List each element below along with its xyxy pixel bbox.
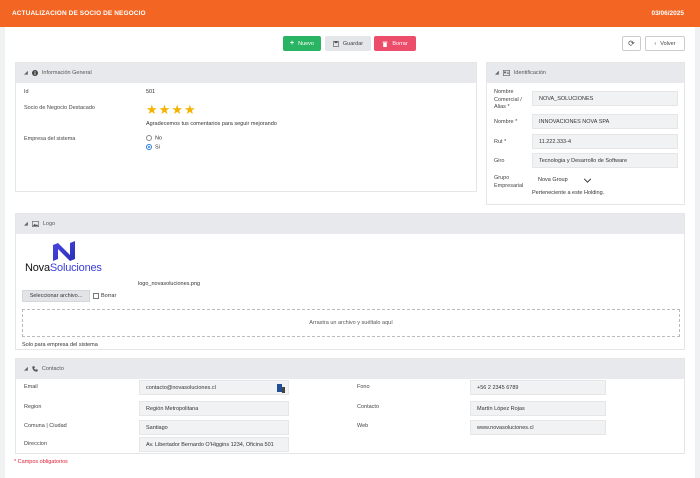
info-icon (31, 70, 38, 76)
id-card-icon (502, 70, 510, 76)
refresh-icon: ⟳ (628, 39, 635, 48)
radio-no[interactable]: No (146, 135, 162, 141)
region-label: Region (24, 404, 42, 410)
contact-person-field[interactable]: Martín López Rojas (470, 401, 606, 416)
web-label: Web (357, 423, 369, 429)
save-button[interactable]: Guardar (325, 36, 371, 51)
collapse-icon: ◢ (24, 366, 28, 372)
legal-name-label: Nombre * (494, 119, 518, 125)
general-info-title: Información General (41, 70, 92, 76)
featured-label: Socio de Negocio Destacado (24, 105, 95, 111)
star-icon[interactable]: ★ (159, 103, 171, 116)
radio-si-circle[interactable] (146, 144, 152, 150)
collapse-icon: ◢ (24, 70, 28, 76)
commercial-name-field[interactable]: NOVA_SOLUCIONES (532, 91, 678, 106)
trash-icon (382, 41, 388, 47)
phone-field[interactable]: +56 2 2345 6789 (470, 380, 606, 395)
star-rating[interactable]: ★ ★ ★ ★ (146, 103, 196, 116)
phone-label: Fono (357, 384, 370, 390)
radio-no-circle[interactable] (146, 135, 152, 141)
delete-logo-checkbox[interactable]: Borrar (93, 293, 116, 299)
logo-wordmark: NovaSoluciones (25, 262, 102, 274)
contact-card: ◢ Contacto Email contacto@novasoluciones… (15, 358, 685, 454)
logo-file-name: logo_novasoluciones.png (138, 281, 201, 287)
identification-title: Identificación (513, 70, 546, 76)
chevron-left-icon: ‹ (654, 40, 657, 47)
header-date: 03/06/2025 (651, 10, 684, 17)
phone-icon (32, 366, 38, 372)
id-label: Id (24, 89, 29, 95)
contact-header[interactable]: ◢ Contacto (16, 359, 684, 379)
commercial-name-label: Nombre Comercial / Alias * (494, 89, 522, 110)
refresh-button[interactable]: ⟳ (622, 36, 641, 51)
email-field[interactable]: contacto@novasoluciones.cl (139, 380, 289, 395)
id-value: 501 (146, 89, 156, 95)
comuna-label: Comuna | Ciudad (24, 423, 67, 429)
star-icon[interactable]: ★ (184, 103, 196, 116)
chevron-down-icon (583, 177, 592, 183)
image-icon (31, 221, 39, 227)
legal-name-field[interactable]: INNOVACIONES NOVA SPA (532, 114, 678, 129)
page-title: ACTUALIZACION DE SOCIO DE NEGOCIO (12, 10, 146, 17)
contact-title: Contacto (41, 366, 64, 372)
rut-field[interactable]: 11.222.333-4 (532, 134, 678, 149)
comuna-field[interactable]: Santiago (139, 420, 289, 435)
giro-label: Giro (494, 158, 505, 164)
general-info-card: ◢ Información General Id 501 Socio de Ne… (15, 62, 477, 192)
address-label: Direccion (24, 441, 47, 447)
radio-si[interactable]: Si (146, 144, 160, 150)
group-note: Perteneciente a este Holding. (532, 190, 605, 196)
logo-title: Logo (42, 221, 56, 227)
back-button[interactable]: ‹ Volver (645, 36, 685, 51)
plus-icon: + (290, 40, 295, 47)
star-icon[interactable]: ★ (171, 103, 183, 116)
required-fields-note: * Campos obligatorios (14, 459, 68, 465)
general-info-header[interactable]: ◢ Información General (16, 63, 476, 83)
rating-text: Agradecemos tus comentarios para seguir … (146, 121, 277, 127)
top-bar: ACTUALIZACION DE SOCIO DE NEGOCIO 03/06/… (0, 0, 700, 27)
checkbox-box[interactable] (93, 293, 99, 299)
new-button[interactable]: + Nuevo (283, 36, 321, 51)
group-select[interactable]: Nova Group (532, 173, 598, 187)
contact-person-label: Contacto (357, 404, 380, 410)
identification-card: ◢ Identificación Nombre Comercial / Alia… (486, 62, 685, 205)
logo-header[interactable]: ◢ Logo (16, 214, 684, 234)
collapse-icon: ◢ (24, 221, 28, 227)
address-field[interactable]: Av. Libertador Bernardo O'Higgins 1234, … (139, 437, 289, 452)
main-content: + Nuevo Guardar Borrar ⟳ ‹ Volver ◢ Info… (5, 27, 695, 478)
email-label: Email (24, 384, 38, 390)
web-field[interactable]: www.novasoluciones.cl (470, 420, 606, 435)
giro-field[interactable]: Tecnologia y Desarrollo de Software (532, 153, 678, 168)
system-company-label: Empresa del sistema (24, 136, 76, 142)
star-icon[interactable]: ★ (146, 103, 158, 116)
delete-button[interactable]: Borrar (374, 36, 416, 51)
region-field[interactable]: Región Metropolitana (139, 401, 289, 416)
save-icon (332, 40, 339, 47)
contact-card-icon[interactable] (277, 384, 285, 393)
identification-header[interactable]: ◢ Identificación (487, 63, 684, 83)
collapse-icon: ◢ (495, 70, 499, 76)
file-drop-zone[interactable]: Arrastra un archivo y suéltalo aquí (22, 309, 680, 337)
select-file-button[interactable]: Seleccionar archivo... (22, 290, 90, 302)
group-label: Grupo Empresarial (494, 175, 524, 189)
logo-note: Solo para empresa del sistema (22, 342, 98, 348)
logo-card: ◢ Logo NovaSoluciones logo_novasolucione… (15, 213, 685, 350)
rut-label: Rut * (494, 139, 507, 145)
